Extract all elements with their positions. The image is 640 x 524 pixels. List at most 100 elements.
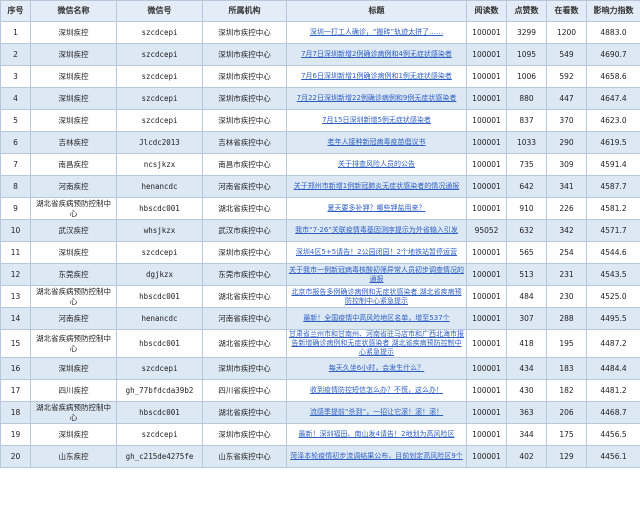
cell-wechat-id: hbscdc001 xyxy=(116,329,203,358)
cell-title[interactable]: 7月15日深圳新增5例无症状感染者 xyxy=(286,109,467,132)
table-row: 7 南昌疾控 ncsjkzx 南昌市疾控中心 关于排查风险人员的公告 100001 735 3… xyxy=(0,153,640,176)
cell-wechat-name: 深圳疾控 xyxy=(30,65,117,88)
cell-title[interactable]: 关于郑州市新增1例新冠肺炎无症状感染者的情况通报 xyxy=(286,175,467,198)
cell-wechat-id: szcdcepi xyxy=(116,109,203,132)
cell-watching: 1200 xyxy=(546,21,587,44)
cell-organization: 四川省疾控中心 xyxy=(202,379,287,402)
cell-influence-index: 4658.6 xyxy=(586,65,640,88)
cell-title[interactable]: 深圳一打工人确诊，“搬砖”轨迹太拼了…… xyxy=(286,21,467,44)
cell-title[interactable]: 收到疫情防控短信怎么办？不慌，这么办！ xyxy=(286,379,467,402)
cell-wechat-name: 湖北省疾病预防控制中心 xyxy=(30,329,117,358)
cell-organization: 深圳市疾控中心 xyxy=(202,21,287,44)
cell-title[interactable]: 老年人接种新冠病毒疫苗倡议书 xyxy=(286,131,467,154)
cell-influence-index: 4690.7 xyxy=(586,43,640,66)
cell-wechat-id: szcdcepi xyxy=(116,43,203,66)
cell-title[interactable]: 每天久坐6小时，会发生什么？ xyxy=(286,357,467,380)
cell-wechat-id: szcdcepi xyxy=(116,65,203,88)
table-row: 18 湖北省疾病预防控制中心 hbscdc001 湖北省疾控中心 流感季提前“杀到”，一… xyxy=(0,401,640,424)
cell-wechat-name: 河南疾控 xyxy=(30,307,117,330)
cell-title[interactable]: 最新！全国疫情中高风险地区名单，增至537个 xyxy=(286,307,467,330)
cell-influence-index: 4587.7 xyxy=(586,175,640,198)
cell-title[interactable]: 北京市报告多例确诊病例和无症状感染者 湖北省疾病预防控制中心紧急提示 xyxy=(286,285,467,308)
cell-reads: 100001 xyxy=(466,21,507,44)
cell-title[interactable]: 深圳4区5+5请告！2公园闭园！2个地铁站暂停运营 xyxy=(286,241,467,264)
cell-influence-index: 4544.6 xyxy=(586,241,640,264)
table-row: 13 湖北省疾病预防控制中心 hbscdc001 湖北省疾控中心 北京市报告多例确诊病例… xyxy=(0,285,640,308)
cell-organization: 武汉市疾控中心 xyxy=(202,219,287,242)
cell-wechat-name: 四川疾控 xyxy=(30,379,117,402)
cell-reads: 95052 xyxy=(466,219,507,242)
cell-title[interactable]: 7月7日深圳新增2例确诊病例和4例无症状感染者 xyxy=(286,43,467,66)
cell-organization: 湖北省疾控中心 xyxy=(202,285,287,308)
table-row: 15 湖北省疾病预防控制中心 hbscdc001 湖北省疾控中心 甘肃省兰州市和甘南州、… xyxy=(0,329,640,358)
cell-wechat-name: 东莞疾控 xyxy=(30,263,117,286)
cell-reads: 100001 xyxy=(466,379,507,402)
cell-watching: 290 xyxy=(546,131,587,154)
cell-wechat-name: 武汉疾控 xyxy=(30,219,117,242)
cell-index: 11 xyxy=(0,241,31,264)
cell-wechat-name: 深圳疾控 xyxy=(30,87,117,110)
cell-likes: 910 xyxy=(506,197,547,220)
cell-title[interactable]: 关于排查风险人员的公告 xyxy=(286,153,467,176)
cell-title[interactable]: 甘肃省兰州市和甘南州、河南省驻马店市和广西北海市报告新增确诊病例和无症状感染者 … xyxy=(286,329,467,358)
table-row: 9 湖北省疾病预防控制中心 hbscdc001 湖北省疾控中心 夏天要多补钾？哪些钾盐用… xyxy=(0,197,640,220)
cell-index: 10 xyxy=(0,219,31,242)
cell-wechat-name: 深圳疾控 xyxy=(30,21,117,44)
cell-reads: 100001 xyxy=(466,175,507,198)
cell-organization: 东莞市疾控中心 xyxy=(202,263,287,286)
cell-title[interactable]: 菏泽本轮疫情初步流调结果公布，目前划定高风险区9个 xyxy=(286,445,467,468)
cell-watching: 182 xyxy=(546,379,587,402)
cell-title[interactable]: 夏天要多补钾？哪些钾盐用来？ xyxy=(286,197,467,220)
table-row: 2 深圳疾控 szcdcepi 深圳市疾控中心 7月7日深圳新增2例确诊病例和4例无症状… xyxy=(0,43,640,66)
cell-index: 14 xyxy=(0,307,31,330)
table-row: 16 深圳疾控 szcdcepi 深圳市疾控中心 每天久坐6小时，会发生什么？ 10000… xyxy=(0,357,640,380)
cell-reads: 100001 xyxy=(466,357,507,380)
cell-wechat-id: szcdcepi xyxy=(116,241,203,264)
cell-reads: 100001 xyxy=(466,241,507,264)
cell-wechat-id: hbscdc001 xyxy=(116,197,203,220)
cell-wechat-id: henancdc xyxy=(116,307,203,330)
table-row: 20 山东疾控 gh_c215de4275fe 山东省疾控中心 菏泽本轮疫情初步流调结果… xyxy=(0,445,640,468)
ranking-table: 序号 微信名称 微信号 所属机构 标题 阅读数 点赞数 在看数 影响力指数 1深… xyxy=(0,0,640,468)
cell-index: 18 xyxy=(0,401,31,424)
cell-influence-index: 4481.2 xyxy=(586,379,640,402)
cell-organization: 南昌市疾控中心 xyxy=(202,153,287,176)
cell-influence-index: 4456.5 xyxy=(586,423,640,446)
cell-watching: 549 xyxy=(546,43,587,66)
cell-organization: 深圳市疾控中心 xyxy=(202,241,287,264)
cell-organization: 山东省疾控中心 xyxy=(202,445,287,468)
cell-watching: 447 xyxy=(546,87,587,110)
cell-index: 20 xyxy=(0,445,31,468)
cell-watching: 592 xyxy=(546,65,587,88)
cell-index: 5 xyxy=(0,109,31,132)
cell-likes: 1006 xyxy=(506,65,547,88)
cell-reads: 100001 xyxy=(466,109,507,132)
cell-wechat-name: 深圳疾控 xyxy=(30,43,117,66)
header-title: 标题 xyxy=(286,0,467,22)
cell-reads: 100001 xyxy=(466,401,507,424)
cell-organization: 深圳市疾控中心 xyxy=(202,87,287,110)
header-likes: 点赞数 xyxy=(506,0,547,22)
cell-title[interactable]: 我市“7·26”关联疫情毒基因测序提示为外省输入引发 xyxy=(286,219,467,242)
cell-index: 15 xyxy=(0,329,31,358)
table-row: 17 四川疾控 gh_77bfdcda39b2 四川省疾控中心 收到疫情防控短信怎么办？… xyxy=(0,379,640,402)
cell-organization: 深圳市疾控中心 xyxy=(202,423,287,446)
cell-title[interactable]: 7月6日深圳新增1例确诊病例和1例无症状感染者 xyxy=(286,65,467,88)
cell-wechat-id: szcdcepi xyxy=(116,87,203,110)
cell-title[interactable]: 最新！深圳福田、南山发4请告！2地划为高风险区 xyxy=(286,423,467,446)
cell-title[interactable]: 流感季提前“杀到”，一招让它滚！滚！滚！ xyxy=(286,401,467,424)
cell-influence-index: 4619.5 xyxy=(586,131,640,154)
cell-likes: 344 xyxy=(506,423,547,446)
cell-likes: 565 xyxy=(506,241,547,264)
cell-title[interactable]: 7月22日深圳新增22例确诊病例和9例无症状感染者 xyxy=(286,87,467,110)
header-organization: 所属机构 xyxy=(202,0,287,22)
cell-index: 2 xyxy=(0,43,31,66)
cell-wechat-name: 湖北省疾病预防控制中心 xyxy=(30,197,117,220)
cell-wechat-id: gh_77bfdcda39b2 xyxy=(116,379,203,402)
cell-title[interactable]: 关于我市一例新冠病毒核酸初筛异常人员初步调查情况的通报 xyxy=(286,263,467,286)
cell-watching: 226 xyxy=(546,197,587,220)
cell-reads: 100001 xyxy=(466,65,507,88)
cell-influence-index: 4647.4 xyxy=(586,87,640,110)
cell-organization: 河南省疾控中心 xyxy=(202,307,287,330)
cell-influence-index: 4591.4 xyxy=(586,153,640,176)
